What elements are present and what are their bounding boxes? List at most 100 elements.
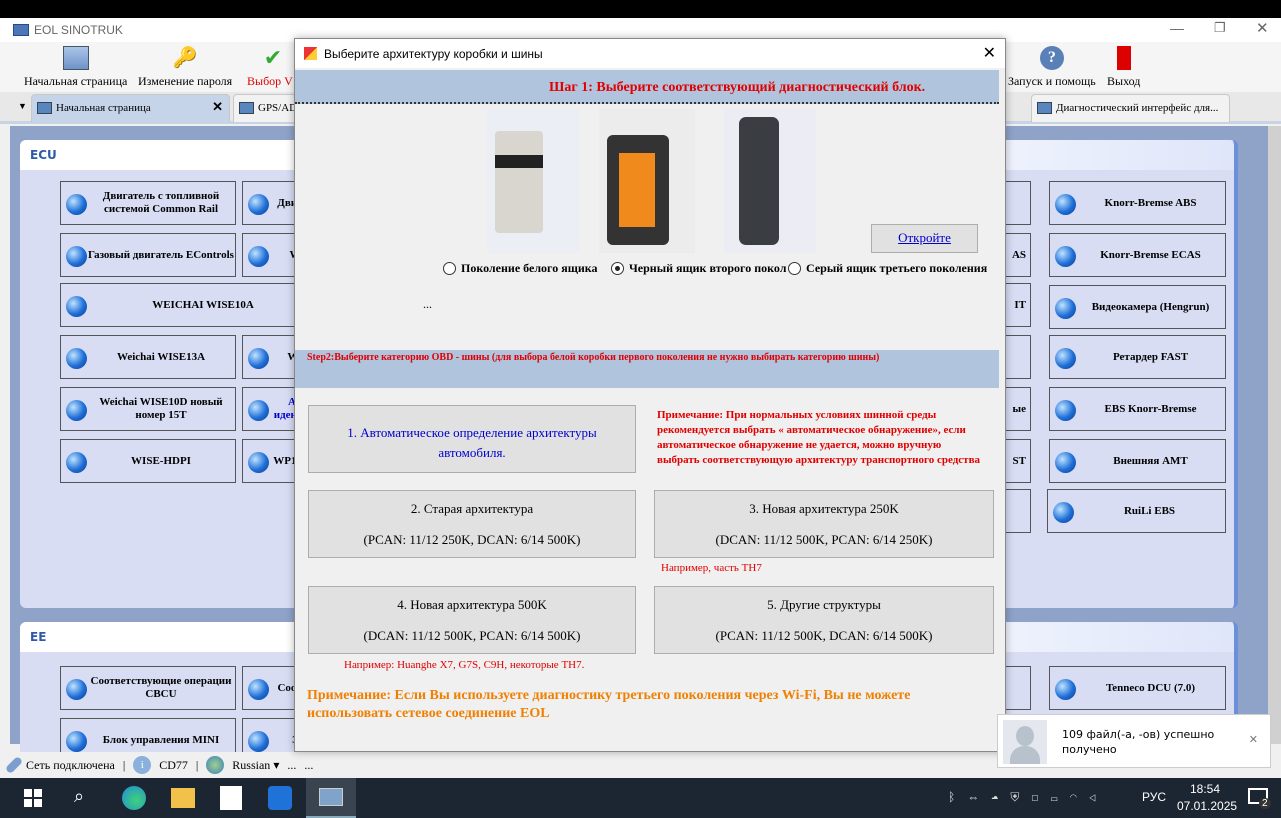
help-label: Запуск и помощь [1008, 74, 1096, 88]
input-language[interactable]: РУС [1142, 790, 1166, 804]
module-button[interactable]: Двигатель с топливной системой Common Ra… [60, 181, 236, 225]
module-button[interactable]: Ретардер FAST [1049, 335, 1226, 379]
change-password-label: Изменение пароля [138, 74, 233, 88]
module-button[interactable]: Knorr-Bremse ABS [1049, 181, 1226, 225]
module-button[interactable]: WEICHAI WISE10A [60, 283, 320, 327]
auto-detect-button[interactable]: 1. Автоматическое определение архитектур… [308, 405, 636, 473]
status-extra: ... [304, 757, 314, 772]
wifi-note: Примечание: Если Вы используете диагност… [307, 688, 911, 721]
start-button[interactable] [24, 789, 42, 807]
globe-icon [248, 400, 269, 421]
restore-button[interactable]: ❐ [1214, 20, 1226, 36]
tab-diagnostic[interactable]: Диагностический интерфейс для... [1031, 94, 1230, 122]
old-architecture-button[interactable]: 2. Старая архитектура (PCAN: 11/12 250K, … [308, 490, 636, 558]
notification-toast[interactable]: 109 файл(-а, -ов) успешно получено ✕ [997, 714, 1271, 768]
globe-icon [66, 400, 87, 421]
app-icon [13, 24, 29, 36]
taskbar: ⌕ ᛒ⇔☁⛨▢▭◠◁ РУС 18:54 07.01.2025 2 [0, 778, 1281, 818]
tab-list-dropdown[interactable]: ▼ [18, 101, 27, 111]
close-tab-icon[interactable]: ✕ [212, 99, 223, 115]
step1-heading: Шаг 1: Выберите соответствующий диагност… [295, 70, 999, 104]
tab-home[interactable]: Начальная страница ✕ [31, 94, 230, 122]
language-dropdown[interactable]: Russian ▾ [232, 758, 279, 773]
radio-circle [788, 262, 801, 275]
module-button[interactable]: Внешняя AMT [1049, 439, 1226, 483]
module-button[interactable]: Видеокамера (Hengrun) [1049, 285, 1226, 329]
module-label: Weichai WISE13A [116, 350, 206, 363]
module-button[interactable]: Газовый двигатель EControls [60, 233, 236, 277]
button-title: 2. Старая архитектура [410, 501, 534, 516]
open-button[interactable]: Откройте [871, 224, 978, 253]
clock-time[interactable]: 18:54 [1190, 782, 1220, 796]
globe-icon [1055, 348, 1076, 369]
info-icon: i [133, 756, 152, 774]
module-label: WISE-HDPI [131, 454, 191, 467]
module-button[interactable]: Weichai WISE10D новый номер 15T [60, 387, 236, 431]
globe-icon [66, 296, 87, 317]
change-password-button[interactable]: 🔑 Изменение пароля [138, 46, 232, 89]
globe-icon [1055, 298, 1076, 319]
exit-label: Выход [1107, 74, 1141, 88]
exit-button[interactable]: Выход [1107, 46, 1140, 89]
radio-white-box[interactable]: Поколение белого ящика [443, 261, 597, 276]
globe-icon [66, 194, 87, 215]
module-button[interactable]: Tenneco DCU (7.0) [1049, 666, 1226, 710]
globe-icon [66, 452, 87, 473]
close-window-button[interactable]: ✕ [1256, 19, 1269, 37]
vertical-scrollbar[interactable] [1268, 126, 1281, 744]
module-button[interactable]: WISE-HDPI [60, 439, 236, 483]
module-label: IT [1014, 298, 1026, 311]
file-explorer-icon[interactable] [171, 788, 195, 808]
button-subtitle: (PCAN: 11/12 500K, DCAN: 6/14 500K) [715, 628, 933, 643]
language-label: Russian [232, 757, 271, 772]
close-dialog-button[interactable]: ✕ [983, 43, 996, 63]
globe-icon [1055, 679, 1076, 700]
auto-detect-note: Примечание: При нормальных условиях шинн… [657, 409, 981, 466]
radio-circle [443, 262, 456, 275]
system-tray-icons[interactable]: ᛒ⇔☁⛨▢▭◠◁ [948, 790, 1108, 805]
module-label: Внешняя AMT [1113, 454, 1188, 467]
module-button[interactable]: Weichai WISE13A [60, 335, 236, 379]
radio-black-box[interactable]: Черный ящик второго покол [611, 261, 786, 276]
module-label: Weichai WISE10D новый номер 15T [99, 396, 223, 421]
globe-icon [66, 731, 87, 752]
minimize-button[interactable]: — [1170, 20, 1184, 36]
tab-gps[interactable]: GPS/AD [233, 94, 303, 122]
edge-icon[interactable] [122, 786, 146, 810]
select-vin-button[interactable]: ✔ Выбор V [247, 46, 293, 89]
module-label: Видеокамера (Hengrun) [1091, 300, 1210, 313]
module-button[interactable]: Knorr-Bremse ECAS [1049, 233, 1226, 277]
button-title: 3. Новая архитектура 250K [749, 501, 899, 516]
teamviewer-icon[interactable] [268, 786, 292, 810]
network-status: Сеть подключена [26, 757, 115, 772]
clock-date[interactable]: 07.01.2025 [1177, 799, 1237, 813]
example-hint-500k: Например: Huanghe X7, G7S, C9H, некоторы… [344, 659, 585, 671]
radio-gray-box[interactable]: Серый ящик третьего поколения [788, 261, 987, 276]
eol-app-taskbar-button[interactable] [306, 778, 356, 818]
network-plug-icon [4, 755, 24, 775]
auto-detect-label: 1. Автоматическое определение архитектур… [347, 425, 597, 460]
button-subtitle: (DCAN: 11/12 500K, PCAN: 6/14 250K) [715, 532, 933, 547]
radio-circle-checked [611, 262, 624, 275]
search-icon[interactable]: ⌕ [74, 786, 98, 810]
other-structures-button[interactable]: 5. Другие структуры (PCAN: 11/12 500K, DC… [654, 586, 994, 654]
home-button[interactable]: Начальная страница [24, 46, 127, 89]
module-label: RuiLi EBS [1123, 504, 1176, 517]
new-architecture-250k-button[interactable]: 3. Новая архитектура 250K (DCAN: 11/12 50… [654, 490, 994, 558]
radio-label: Черный ящик второго покол [629, 261, 787, 275]
notification-count-badge: 2 [1259, 798, 1271, 809]
module-button[interactable]: RuiLi EBS [1047, 489, 1226, 533]
open-link: Откройте [898, 230, 951, 245]
close-notification-button[interactable]: ✕ [1249, 733, 1258, 746]
ellipsis-label: ... [423, 297, 432, 311]
store-icon[interactable] [220, 786, 242, 810]
module-button[interactable]: EBS Knorr-Bremse [1049, 387, 1226, 431]
module-button[interactable]: Соответствующие операции CBCU [60, 666, 236, 710]
dialog-title: Выберите архитектуру коробки и шины [324, 47, 543, 61]
new-architecture-500k-button[interactable]: 4. Новая архитектура 500K (DCAN: 11/12 50… [308, 586, 636, 654]
help-button[interactable]: ? Запуск и помощь [1008, 46, 1096, 89]
tab-label: Диагностический интерфейс для... [1056, 102, 1219, 114]
globe-icon [1053, 502, 1074, 523]
status-extra: ... [287, 757, 297, 772]
button-subtitle: (PCAN: 11/12 250K, DCAN: 6/14 500K) [363, 532, 581, 547]
